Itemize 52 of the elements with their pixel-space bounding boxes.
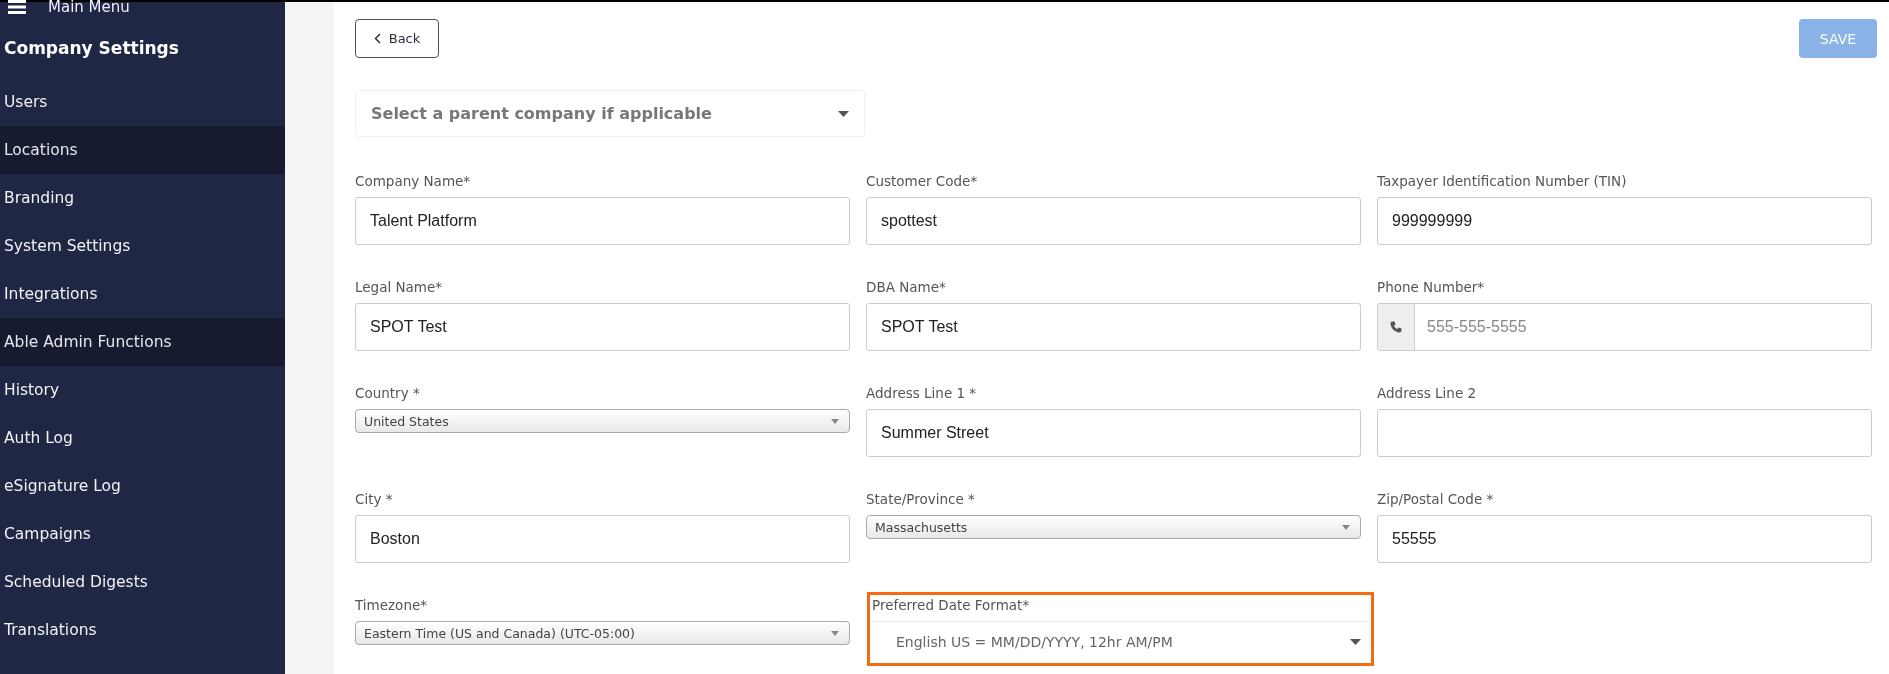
field-label: Timezone* xyxy=(355,597,428,613)
caret-down-icon xyxy=(1342,524,1350,530)
sidebar-item[interactable]: eSignature Log xyxy=(0,462,285,510)
field-label: Preferred Date Format* xyxy=(872,597,1031,613)
input-field[interactable]: spottest xyxy=(866,197,1361,245)
sidebar-item[interactable]: Integrations xyxy=(0,270,285,318)
field-label: Country * xyxy=(355,385,421,401)
menu-icon xyxy=(8,0,26,14)
caret-down-icon xyxy=(838,110,849,117)
input-field[interactable]: 55555 xyxy=(1377,515,1872,563)
caret-down-icon xyxy=(1350,638,1361,645)
field-label: State/Province * xyxy=(866,491,976,507)
field-label: Zip/Postal Code * xyxy=(1377,491,1495,507)
select-dropdown[interactable]: Eastern Time (US and Canada) (UTC-05:00) xyxy=(355,621,850,645)
select-dropdown[interactable]: Massachusetts xyxy=(866,515,1361,539)
sidebar-item[interactable]: Users xyxy=(0,78,285,126)
input-field[interactable]: Boston xyxy=(355,515,850,563)
phone-field[interactable]: 555-555-5555 xyxy=(1377,303,1872,351)
parent-company-dropdown[interactable]: Select a parent company if applicable xyxy=(355,90,865,137)
input-field[interactable]: SPOT Test xyxy=(355,303,850,351)
select-dropdown[interactable]: English US = MM/DD/YYYY, 12hr AM/PM xyxy=(872,621,1369,661)
sidebar-item[interactable]: Translations xyxy=(0,606,285,654)
sidebar-item[interactable]: Auth Log xyxy=(0,414,285,462)
sidebar-item[interactable]: History xyxy=(0,366,285,414)
input-field[interactable]: SPOT Test xyxy=(866,303,1361,351)
field-label: Customer Code* xyxy=(866,173,979,189)
phone-icon xyxy=(1390,321,1402,333)
main-menu-button[interactable]: Main Menu xyxy=(0,0,138,16)
sidebar-item[interactable]: Campaigns xyxy=(0,510,285,558)
sidebar-item[interactable]: System Settings xyxy=(0,222,285,270)
input-field[interactable]: Summer Street xyxy=(866,409,1361,457)
sidebar-title: Company Settings xyxy=(3,37,180,60)
caret-down-icon xyxy=(831,630,839,636)
field-label: Phone Number* xyxy=(1377,279,1486,295)
select-dropdown[interactable]: United States xyxy=(355,409,850,433)
input-field[interactable]: Talent Platform xyxy=(355,197,850,245)
field-label: Legal Name* xyxy=(355,279,444,295)
input-field[interactable] xyxy=(1377,409,1872,457)
sidebar-item[interactable]: Able Admin Functions xyxy=(0,318,285,366)
caret-down-icon xyxy=(831,418,839,424)
field-label: City * xyxy=(355,491,394,507)
input-field[interactable]: 999999999 xyxy=(1377,197,1872,245)
sidebar-item[interactable]: Locations xyxy=(0,126,285,174)
sidebar-item[interactable]: Branding xyxy=(0,174,285,222)
field-label: Company Name* xyxy=(355,173,472,189)
field-label: Taxpayer Identification Number (TIN) xyxy=(1377,173,1628,189)
field-label: DBA Name* xyxy=(866,279,947,295)
field-label: Address Line 1 * xyxy=(866,385,978,401)
back-button[interactable]: Back xyxy=(355,19,439,58)
chevron-left-icon xyxy=(373,33,381,44)
field-label: Address Line 2 xyxy=(1377,385,1478,401)
sidebar-item[interactable]: Scheduled Digests xyxy=(0,558,285,606)
